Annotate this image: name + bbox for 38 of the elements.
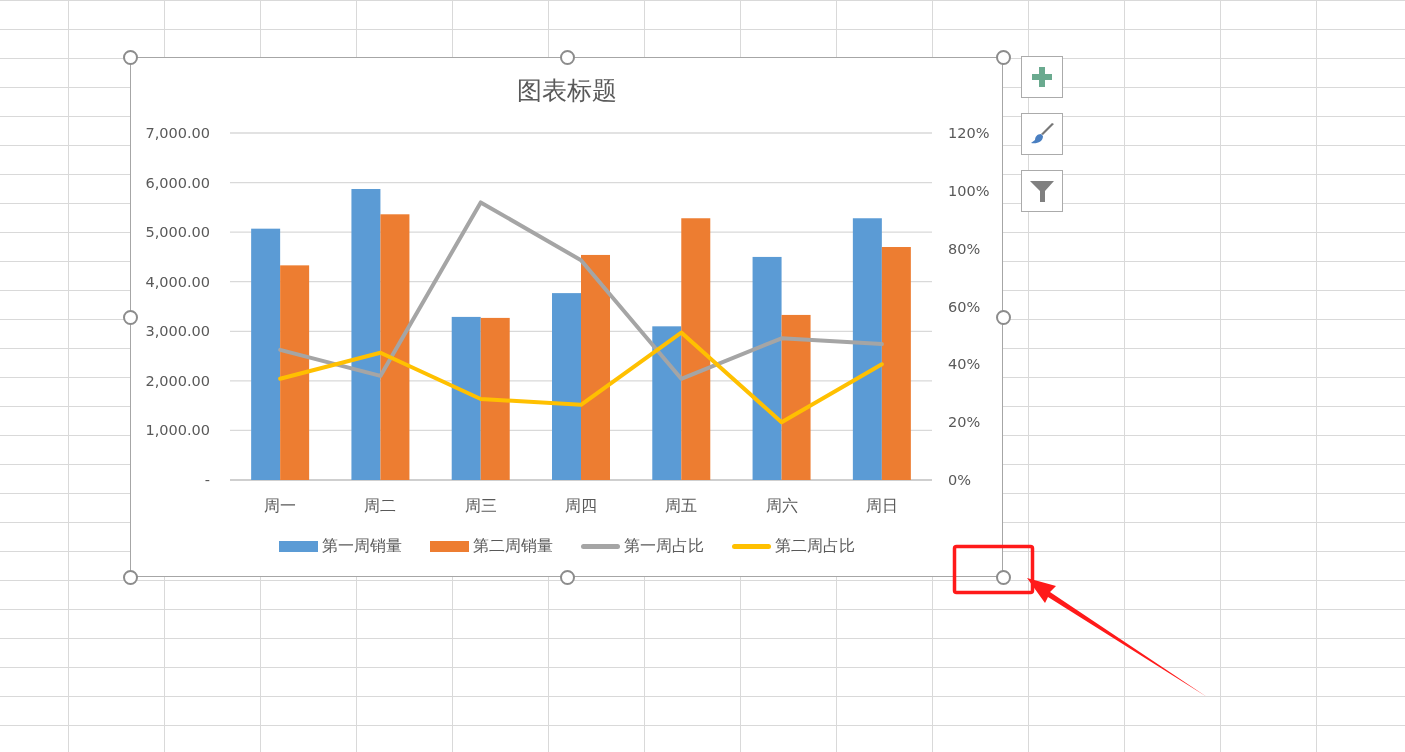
axis-label: 5,000.00 — [144, 223, 210, 240]
axis-label: 3,000.00 — [144, 322, 210, 339]
chart-style-button[interactable] — [1021, 113, 1063, 155]
axis-label: 周一 — [263, 495, 296, 515]
axis-label: 60% — [947, 298, 980, 314]
axis-label: 4,000.00 — [144, 273, 210, 290]
legend-label: 第一周占比 — [623, 536, 704, 557]
axis-label: 周四 — [564, 495, 597, 515]
legend-label: 第一周销量 — [321, 536, 402, 557]
chart-title: 图表标题 — [516, 75, 616, 105]
axis-label: - — [204, 471, 210, 488]
axis-label: 周三 — [464, 495, 497, 515]
axis-label: 周二 — [363, 495, 396, 515]
resize-handle[interactable] — [996, 570, 1011, 585]
add-element-button[interactable] — [1021, 56, 1063, 98]
plus-icon — [1031, 66, 1053, 88]
legend-label: 第二周占比 — [774, 536, 855, 557]
brush-icon — [1029, 123, 1055, 145]
axis-label: 2,000.00 — [144, 372, 210, 389]
chart-filter-button[interactable] — [1021, 170, 1063, 212]
filter-icon — [1029, 178, 1055, 204]
legend-label: 第二周销量 — [472, 536, 553, 557]
axis-label: 1,000.00 — [144, 421, 210, 438]
axis-label: 40% — [947, 355, 980, 372]
axis-label: 0% — [947, 471, 971, 488]
axis-label: 周日 — [865, 495, 898, 515]
resize-handle[interactable] — [996, 50, 1011, 65]
axis-label: 80% — [947, 240, 980, 257]
chart-area[interactable]: 图表标题 - 1,000.00 2,000.00 3,000.00 4,000.00 5,000.00 6,000.00 7,000.00 0% 20% 40% 60% 80% 100% 120% 周一 周二 周三 周四 周五 周六 周日 第一周销量 第二周销量 第一周占比 第二周占比 — [130, 57, 1003, 577]
axis-label: 周五 — [664, 495, 697, 515]
resize-handle[interactable] — [123, 50, 138, 65]
axis-label: 周六 — [765, 495, 798, 515]
axis-label: 120% — [947, 124, 989, 141]
resize-handle[interactable] — [123, 570, 138, 585]
axis-label: 7,000.00 — [144, 124, 210, 141]
axis-label: 6,000.00 — [144, 174, 210, 191]
axis-label: 100% — [947, 182, 989, 199]
axis-label: 20% — [947, 413, 980, 430]
